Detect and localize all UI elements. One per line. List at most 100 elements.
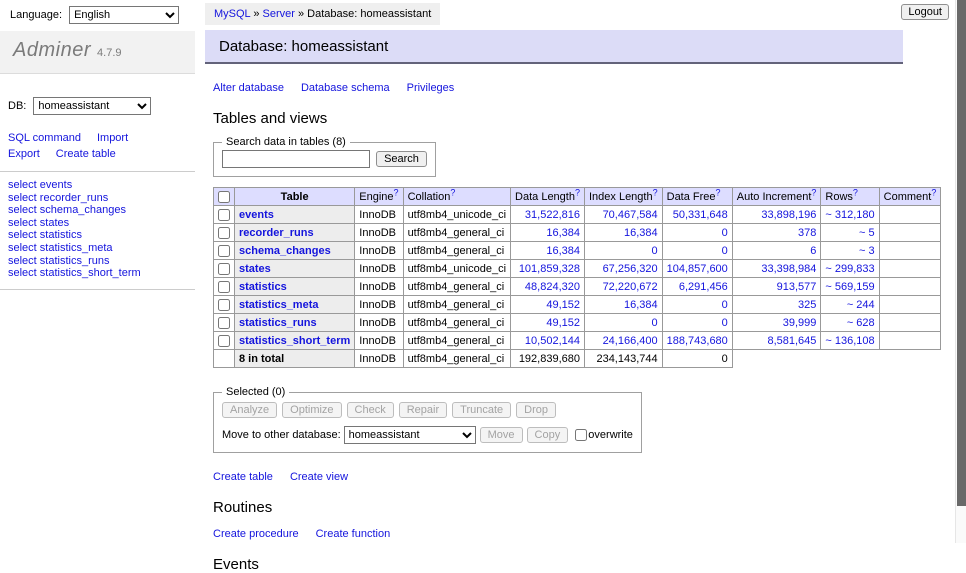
rows-link-recorder-runs[interactable]: ~ 5 — [859, 227, 875, 239]
checkbox-states[interactable] — [218, 263, 230, 275]
column-help-link-data-free[interactable]: ? — [716, 187, 721, 197]
table-link-events[interactable]: events — [239, 209, 274, 221]
index-length-link-schema-changes[interactable]: 0 — [652, 245, 658, 257]
create-table-link[interactable]: Create table — [213, 471, 273, 483]
data-length-link-statistics[interactable]: 48,824,320 — [525, 281, 580, 293]
select-statistics-link[interactable]: select statistics — [8, 229, 195, 242]
auto-increment-link-statistics-meta[interactable]: 325 — [798, 299, 816, 311]
language-select[interactable]: English — [69, 6, 179, 24]
index-length-link-statistics-runs[interactable]: 0 — [652, 317, 658, 329]
column-help-link-index-length[interactable]: ? — [653, 187, 658, 197]
rows-link-events[interactable]: ~ 312,180 — [825, 209, 874, 221]
auto-increment-link-recorder-runs[interactable]: 378 — [798, 227, 816, 239]
search-input[interactable] — [222, 150, 370, 168]
data-free-link-schema-changes[interactable]: 0 — [722, 245, 728, 257]
select-statistics-meta-link[interactable]: select statistics_meta — [8, 242, 195, 255]
checkbox-statistics-meta[interactable] — [218, 299, 230, 311]
rows-link-schema-changes[interactable]: ~ 3 — [859, 245, 875, 257]
table-link-recorder-runs[interactable]: recorder_runs — [239, 227, 314, 239]
sql-command-link[interactable]: SQL command — [8, 132, 81, 144]
rows-link-statistics-meta[interactable]: ~ 244 — [847, 299, 875, 311]
rows-link-statistics[interactable]: ~ 569,159 — [825, 281, 874, 293]
data-free-link-statistics-runs[interactable]: 0 — [722, 317, 728, 329]
data-free-link-statistics-short-term[interactable]: 188,743,680 — [667, 335, 728, 347]
index-length-link-statistics[interactable]: 72,220,672 — [603, 281, 658, 293]
privileges-link[interactable]: Privileges — [407, 82, 455, 94]
mysql-link[interactable]: MySQL — [214, 8, 250, 20]
import-link[interactable]: Import — [97, 132, 128, 144]
column-help-link-collation[interactable]: ? — [450, 187, 455, 197]
database-schema-link[interactable]: Database schema — [301, 82, 390, 94]
data-length-link-statistics-runs[interactable]: 49,152 — [546, 317, 580, 329]
select-states-link[interactable]: select states — [8, 217, 195, 230]
check-button: Check — [347, 402, 394, 418]
column-help-link-comment[interactable]: ? — [931, 187, 936, 197]
checkbox-events[interactable] — [218, 209, 230, 221]
rows-link-statistics-runs[interactable]: ~ 628 — [847, 317, 875, 329]
checkbox-recorder-runs[interactable] — [218, 227, 230, 239]
search-button[interactable]: Search — [376, 151, 427, 167]
data-length-link-statistics-meta[interactable]: 49,152 — [546, 299, 580, 311]
index-length-link-statistics-short-term[interactable]: 24,166,400 — [603, 335, 658, 347]
scrollbar-thumb[interactable] — [957, 0, 966, 506]
create-procedure-link[interactable]: Create procedure — [213, 528, 299, 540]
overwrite-checkbox[interactable] — [575, 429, 587, 441]
data-length-link-recorder-runs[interactable]: 16,384 — [546, 227, 580, 239]
checkbox-statistics[interactable] — [218, 281, 230, 293]
data-length-link-schema-changes[interactable]: 16,384 — [546, 245, 580, 257]
select-statistics-short-term-link[interactable]: select statistics_short_term — [8, 267, 195, 280]
vertical-scrollbar[interactable] — [955, 0, 966, 543]
index-length-link-statistics-meta[interactable]: 16,384 — [624, 299, 658, 311]
column-help-link-auto-increment[interactable]: ? — [811, 187, 816, 197]
column-help-link-data-length[interactable]: ? — [575, 187, 580, 197]
select-statistics-runs-link[interactable]: select statistics_runs — [8, 255, 195, 268]
auto-increment-link-statistics-runs[interactable]: 39,999 — [783, 317, 817, 329]
auto-increment-link-statistics[interactable]: 913,577 — [777, 281, 817, 293]
rows-link-states[interactable]: ~ 299,833 — [825, 263, 874, 275]
export-link[interactable]: Export — [8, 148, 40, 160]
create-view-link[interactable]: Create view — [290, 471, 348, 483]
main-content: MySQL » Server » Database: homeassistant… — [205, 0, 903, 573]
auto-increment-link-schema-changes[interactable]: 6 — [810, 245, 816, 257]
table-link-statistics-short-term[interactable]: statistics_short_term — [239, 335, 350, 347]
data-free-link-statistics[interactable]: 6,291,456 — [679, 281, 728, 293]
table-link-statistics-meta[interactable]: statistics_meta — [239, 299, 319, 311]
index-length-link-recorder-runs[interactable]: 16,384 — [624, 227, 658, 239]
auto-increment-link-statistics-short-term[interactable]: 8,581,645 — [767, 335, 816, 347]
data-length-link-statistics-short-term[interactable]: 10,502,144 — [525, 335, 580, 347]
table-link-statistics-runs[interactable]: statistics_runs — [239, 317, 317, 329]
index-length-cell: 0 — [584, 242, 662, 260]
create-function-link[interactable]: Create function — [316, 528, 391, 540]
table-link-statistics[interactable]: statistics — [239, 281, 287, 293]
data-free-link-events[interactable]: 50,331,648 — [673, 209, 728, 221]
server-link[interactable]: Server — [263, 8, 295, 20]
db-select[interactable]: homeassistant — [33, 97, 151, 115]
create-table-link[interactable]: Create table — [56, 148, 116, 160]
alter-database-link[interactable]: Alter database — [213, 82, 284, 94]
select-events-link[interactable]: select events — [8, 179, 195, 192]
table-row: statisticsInnoDButf8mb4_general_ci48,824… — [214, 278, 941, 296]
rows-link-statistics-short-term[interactable]: ~ 136,108 — [825, 335, 874, 347]
table-link-states[interactable]: states — [239, 263, 271, 275]
data-length-link-events[interactable]: 31,522,816 — [525, 209, 580, 221]
select-schema-changes-link[interactable]: select schema_changes — [8, 204, 195, 217]
overwrite-label[interactable]: overwrite — [588, 429, 633, 441]
index-length-link-events[interactable]: 70,467,584 — [603, 209, 658, 221]
data-free-link-recorder-runs[interactable]: 0 — [722, 227, 728, 239]
checkbox-statistics-runs[interactable] — [218, 317, 230, 329]
column-help-link-engine[interactable]: ? — [394, 187, 399, 197]
logout-button[interactable]: Logout — [901, 4, 949, 20]
table-link-schema-changes[interactable]: schema_changes — [239, 245, 331, 257]
data-free-link-statistics-meta[interactable]: 0 — [722, 299, 728, 311]
auto-increment-link-states[interactable]: 33,398,984 — [761, 263, 816, 275]
select-all-checkbox[interactable] — [218, 191, 230, 203]
data-length-link-states[interactable]: 101,859,328 — [519, 263, 580, 275]
select-recorder-runs-link[interactable]: select recorder_runs — [8, 192, 195, 205]
checkbox-statistics-short-term[interactable] — [218, 335, 230, 347]
index-length-link-states[interactable]: 67,256,320 — [603, 263, 658, 275]
column-help-link-rows[interactable]: ? — [853, 187, 858, 197]
move-db-select[interactable]: homeassistant — [344, 426, 476, 444]
checkbox-schema-changes[interactable] — [218, 245, 230, 257]
data-free-link-states[interactable]: 104,857,600 — [667, 263, 728, 275]
auto-increment-link-events[interactable]: 33,898,196 — [761, 209, 816, 221]
